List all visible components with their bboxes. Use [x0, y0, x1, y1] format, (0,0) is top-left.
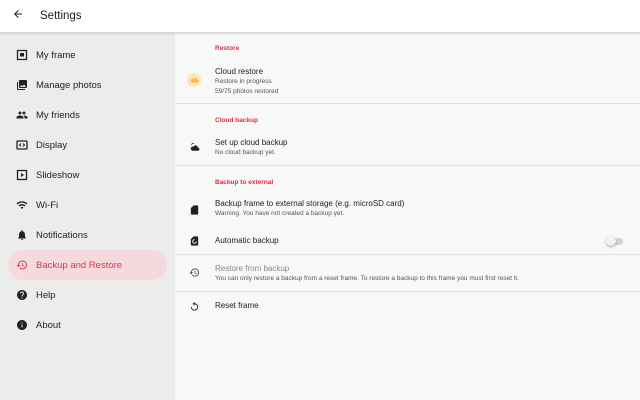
setup-cloud-backup-title: Set up cloud backup	[215, 138, 288, 147]
automatic-backup-title: Automatic backup	[215, 236, 279, 245]
backup-frame-row[interactable]: Backup frame to external storage (e.g. m…	[175, 195, 640, 225]
sidebar-item-label: Display	[36, 139, 68, 151]
sidebar-item-label: My frame	[36, 49, 76, 61]
backup-frame-subtitle: Warning. You have not created a backup y…	[215, 210, 345, 217]
automatic-backup-toggle[interactable]	[606, 236, 623, 246]
divider	[175, 103, 640, 104]
divider	[175, 291, 640, 292]
sidebar-item-label: Manage photos	[36, 79, 102, 91]
reset-icon	[187, 299, 201, 313]
cloud-restore-title: Cloud restore	[215, 67, 264, 76]
setup-cloud-backup-subtitle: No cloud backup yet.	[215, 149, 276, 156]
restore-icon	[8, 259, 36, 271]
arrow-left-icon	[12, 7, 24, 25]
wifi-icon	[8, 199, 36, 211]
sidebar-item-label: Wi-Fi	[36, 199, 59, 211]
slideshow-icon	[8, 169, 36, 181]
help-icon	[8, 289, 36, 301]
sidebar-item-slideshow[interactable]: Slideshow	[8, 160, 167, 190]
toggle-knob	[606, 236, 616, 246]
sidebar-item-wifi[interactable]: Wi-Fi	[8, 190, 167, 220]
restore-icon	[187, 265, 201, 279]
automatic-backup-row[interactable]: Automatic backup	[175, 229, 640, 251]
app-bar: Settings	[0, 0, 640, 33]
cloud-restore-status: Restore in progress	[215, 78, 272, 85]
sidebar-item-help[interactable]: Help	[8, 280, 167, 310]
people-icon	[8, 109, 36, 121]
sidebar-item-my-friends[interactable]: My friends	[8, 100, 167, 130]
page-title: Settings	[40, 10, 82, 22]
cloud-restore-progress: 59/75 photos restored	[215, 88, 279, 95]
sidebar-item-label: Help	[36, 289, 56, 301]
sidebar-item-about[interactable]: About	[8, 310, 167, 340]
display-icon	[8, 139, 36, 151]
sidebar-item-label: My friends	[36, 109, 80, 121]
bell-icon	[8, 229, 36, 241]
reset-frame-title: Reset frame	[215, 301, 259, 310]
cloud-restore-row[interactable]: Cloud restore Restore in progress 59/75 …	[175, 63, 640, 103]
sidebar-item-my-frame[interactable]: My frame	[8, 40, 167, 70]
sidebar-item-label: Backup and Restore	[36, 259, 123, 271]
settings-content: Restore Cloud restore Restore in progres…	[175, 33, 640, 400]
info-icon	[8, 319, 36, 331]
sidebar-item-display[interactable]: Display	[8, 130, 167, 160]
cloud-upload-icon	[187, 73, 201, 87]
section-header-backup-external: Backup to external	[215, 179, 274, 186]
sd-auto-icon	[187, 234, 201, 248]
backup-frame-title: Backup frame to external storage (e.g. m…	[215, 199, 405, 208]
sidebar-item-notifications[interactable]: Notifications	[8, 220, 167, 250]
back-button[interactable]	[0, 0, 36, 33]
photos-icon	[8, 79, 36, 91]
sd-card-icon	[187, 203, 201, 217]
sidebar-item-label: Notifications	[36, 229, 88, 241]
restore-from-backup-row[interactable]: Restore from backup You can only restore…	[175, 261, 640, 289]
divider	[175, 254, 640, 255]
section-header-restore: Restore	[215, 45, 240, 52]
sidebar-item-label: Slideshow	[36, 169, 80, 181]
reset-frame-row[interactable]: Reset frame	[175, 295, 640, 317]
sidebar-item-label: About	[36, 319, 61, 331]
restore-from-backup-subtitle: You can only restore a backup from a res…	[215, 275, 519, 282]
cloud-moon-icon	[187, 140, 201, 154]
restore-from-backup-title: Restore from backup	[215, 264, 290, 273]
sidebar-item-backup-and-restore[interactable]: Backup and Restore	[8, 250, 167, 280]
frame-icon	[8, 49, 36, 61]
divider	[175, 165, 640, 166]
section-header-cloud-backup: Cloud backup	[215, 117, 258, 124]
sidebar-item-manage-photos[interactable]: Manage photos	[8, 70, 167, 100]
sidebar: My frame Manage photos My friends Displa…	[0, 33, 175, 400]
setup-cloud-backup-row[interactable]: Set up cloud backup No cloud backup yet.	[175, 133, 640, 165]
